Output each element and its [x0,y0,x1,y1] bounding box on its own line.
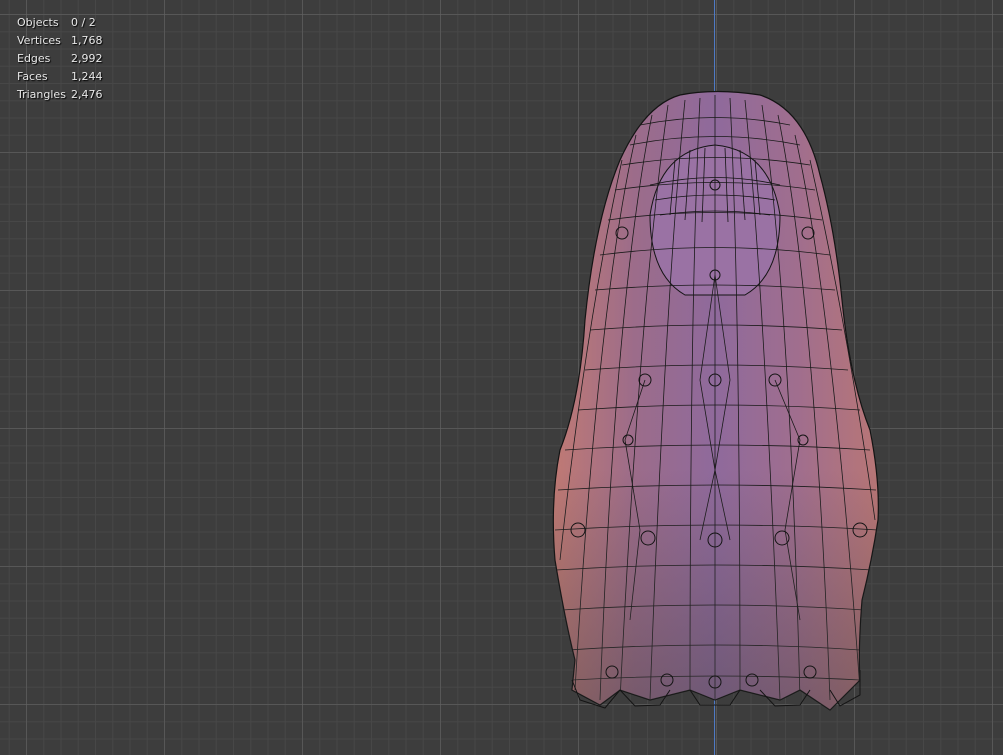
hair-mesh[interactable] [0,0,1003,755]
3d-viewport[interactable]: Objects 0 / 2 Vertices 1,768 Edges 2,992… [0,0,1003,755]
tip-fade [553,91,879,710]
